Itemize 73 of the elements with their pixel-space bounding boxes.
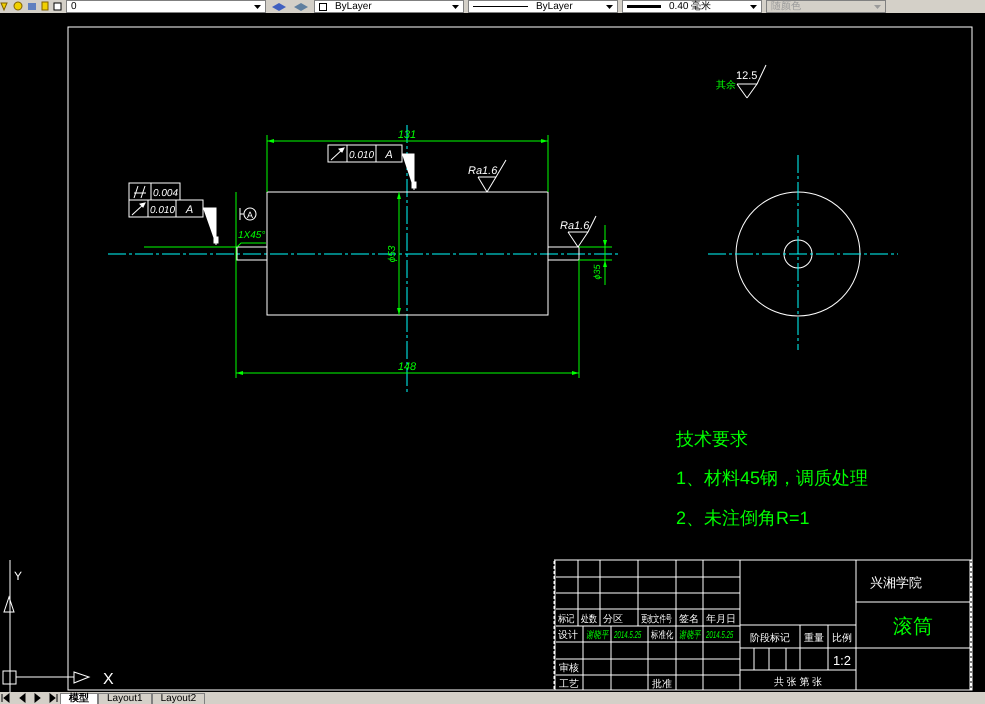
caret-icon: [606, 4, 613, 8]
ucs-axes-icon: [2, 560, 90, 692]
layout-tab[interactable]: 模型: [60, 693, 98, 704]
color-value: ByLayer: [335, 2, 372, 12]
caret-icon: [254, 4, 261, 8]
layer-dropdown[interactable]: 0: [66, 0, 266, 13]
title-block-label: 标记: [558, 613, 574, 624]
caret-icon: [874, 4, 881, 8]
linetype-dropdown[interactable]: ByLayer: [468, 0, 618, 13]
datum-letter: A: [385, 149, 393, 161]
datum-letter: A: [247, 210, 253, 220]
runout-symbol-icon: [132, 202, 146, 216]
layer-color-icon[interactable]: [27, 1, 37, 12]
scale-value: 1:2: [832, 653, 852, 668]
sheet-label: 共 张 第 张: [774, 677, 822, 688]
requirement-text: 2、未注倒角R=1: [676, 508, 810, 528]
leader-arrow: [402, 154, 416, 190]
title-block-label: 比例: [832, 633, 852, 644]
title-block-label: 工艺: [559, 679, 579, 690]
roughness-text: Ra1.6: [560, 220, 590, 232]
chamfer-text: 1X45°: [238, 230, 266, 241]
linetype-value: ByLayer: [536, 2, 573, 12]
roughness-text: Ra1.6: [468, 165, 498, 177]
title-block-label: 分区: [603, 614, 623, 625]
lineweight-sample-icon: [627, 5, 661, 8]
layout-tab[interactable]: Layout1: [98, 693, 152, 704]
caret-icon: [750, 4, 757, 8]
title-block-label: 阶段标记: [750, 633, 790, 644]
finish-value: 12.5: [736, 70, 758, 82]
plot-style-value: 随颜色: [771, 2, 801, 12]
layers-icon[interactable]: [270, 1, 310, 12]
title-block-entry: 谢晓平: [586, 628, 609, 640]
tolerance-value: 0.004: [153, 188, 178, 199]
runout-symbol-icon: [330, 148, 344, 160]
caret-icon: [452, 4, 459, 8]
requirement-text: 1、材料45钢，调质处理: [676, 468, 868, 488]
title-block-label: 更改文件号: [641, 612, 672, 624]
school-name: 兴湘学院: [870, 575, 922, 590]
dimension-text: ϕ35: [592, 264, 602, 280]
part-name: 滚筒: [893, 616, 933, 638]
title-block-label: 处数: [581, 613, 597, 624]
datum-letter: A: [186, 204, 194, 216]
axis-label: X: [103, 671, 114, 688]
title-block-label: 签名: [679, 614, 699, 625]
datum-symbol: [240, 208, 256, 220]
linetype-sample-icon: [473, 6, 528, 7]
title-block-label: 批准: [652, 679, 672, 690]
title-block-entry: 2014.5.25: [614, 628, 642, 640]
title-block-label: 年月日: [706, 614, 736, 625]
color-swatch-icon: [319, 2, 327, 10]
lineweight-value: 0.40 毫米: [669, 2, 712, 12]
title-block-entry: 谢晓平: [679, 628, 701, 640]
axis-label: Y: [14, 569, 22, 583]
roughness-symbol-icon: [736, 64, 766, 98]
title-block-label: 审核: [559, 663, 579, 674]
dimension-text: 148: [398, 361, 416, 373]
tolerance-value: 0.010: [349, 150, 374, 161]
dimension-text: ϕ53: [387, 246, 398, 262]
lineweight-dropdown[interactable]: 0.40 毫米: [622, 0, 762, 13]
title-block-label: 重量: [804, 633, 824, 644]
tolerance-value: 0.010: [150, 205, 176, 216]
layer-name: 0: [71, 2, 77, 12]
finish-label: 其余: [716, 80, 736, 91]
title-block-entry: 2014.5.25: [706, 628, 734, 640]
tab-scroll-arrows-icon[interactable]: [0, 693, 60, 704]
layout-tab[interactable]: Layout2: [152, 693, 206, 704]
title-block-label: 设计: [558, 630, 578, 641]
cylindricity-symbol-icon: [134, 186, 146, 198]
requirements-title: 技术要求: [676, 429, 748, 449]
color-dropdown[interactable]: ByLayer: [314, 0, 464, 13]
title-block-label: 标准化: [651, 628, 674, 640]
square-icon[interactable]: [53, 1, 62, 12]
leader-arrow: [202, 208, 218, 246]
